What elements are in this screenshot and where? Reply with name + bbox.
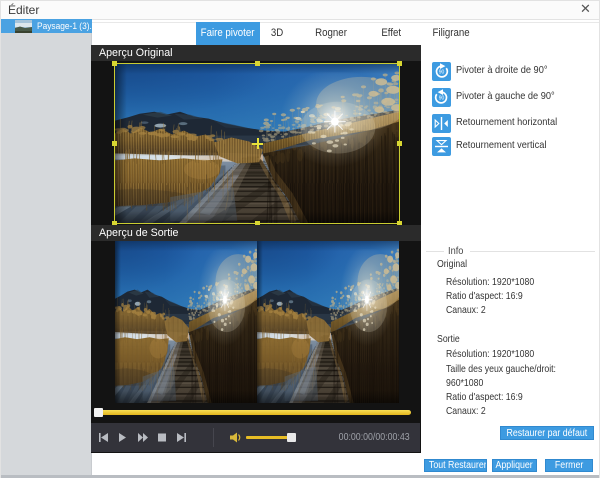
svg-text:90: 90 [439, 70, 445, 76]
svg-text:90: 90 [439, 96, 445, 102]
